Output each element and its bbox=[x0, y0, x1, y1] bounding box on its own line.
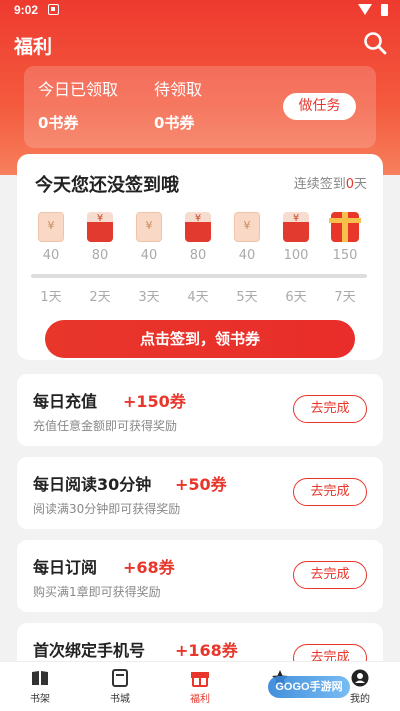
nav-bookstore[interactable]: 书城 bbox=[90, 668, 150, 705]
task-desc: 充值任意金额即可获得奖励 bbox=[33, 419, 178, 433]
day-label-3: 3天 bbox=[138, 290, 160, 305]
task-desc: 购买满1章即可获得奖励 bbox=[33, 585, 161, 599]
day-reward-4: 80 bbox=[178, 212, 218, 263]
do-task-button[interactable]: 做任务 bbox=[283, 93, 356, 120]
task-title: 每日订阅 bbox=[33, 558, 98, 577]
red-envelope-icon bbox=[185, 212, 211, 242]
task-card-reading: 每日阅读30分钟 +50券 阅读满30分钟即可获得奖励 去完成 bbox=[17, 457, 383, 529]
battery-icon bbox=[381, 4, 388, 16]
task-title: 首次绑定手机号 bbox=[33, 641, 146, 660]
streak-prefix: 连续签到 bbox=[293, 177, 346, 192]
summary-card: 今日已领取 0书券 待领取 0书券 做任务 bbox=[24, 66, 376, 148]
task-title: 每日充值 bbox=[33, 392, 98, 411]
pending-label: 待领取 bbox=[154, 80, 203, 99]
status-time: 9:02 bbox=[14, 3, 39, 17]
signin-button[interactable]: 点击签到，领书券 bbox=[45, 320, 355, 358]
day-reward-6: 100 bbox=[276, 212, 316, 263]
day-reward-3: 40 bbox=[129, 212, 169, 263]
day-amount: 80 bbox=[91, 248, 109, 263]
task-title: 每日阅读30分钟 bbox=[33, 475, 152, 494]
wifi-icon bbox=[358, 4, 372, 15]
signin-title: 今天您还没签到哦 bbox=[35, 175, 179, 196]
streak-days: 0 bbox=[345, 177, 354, 192]
nav-label: 我的 bbox=[350, 694, 370, 705]
nav-label: 书城 bbox=[110, 694, 130, 705]
status-bar: 9:02 bbox=[0, 0, 400, 22]
red-envelope-icon bbox=[87, 212, 113, 242]
day-label-6: 6天 bbox=[285, 290, 307, 305]
ticket-icon bbox=[38, 212, 64, 242]
task-card-subscribe: 每日订阅 +68券 购买满1章即可获得奖励 去完成 bbox=[17, 540, 383, 612]
claimed-label: 今日已领取 bbox=[38, 80, 119, 99]
task-reward: +150券 bbox=[123, 392, 186, 411]
day-reward-1: 40 bbox=[31, 212, 71, 263]
page-title: 福利 bbox=[14, 36, 53, 58]
day-amount: 40 bbox=[238, 248, 256, 263]
claimed-today: 今日已领取 0书券 bbox=[38, 76, 118, 133]
go-complete-button[interactable]: 去完成 bbox=[293, 561, 367, 589]
pending-value: 0书券 bbox=[154, 114, 195, 132]
signin-card: 今天您还没签到哦 连续签到0天 40 80 40 80 40 100 150 1… bbox=[17, 154, 383, 360]
claimed-value: 0书券 bbox=[38, 114, 79, 132]
watermark-logo: GOGO手游网 bbox=[268, 676, 350, 698]
gift-icon bbox=[191, 672, 209, 687]
red-envelope-icon bbox=[283, 212, 309, 242]
day-label-1: 1天 bbox=[40, 290, 62, 305]
task-desc: 阅读满30分钟即可获得奖励 bbox=[33, 502, 181, 516]
ticket-icon bbox=[234, 212, 260, 242]
nav-label: 书架 bbox=[30, 694, 50, 705]
day-amount: 150 bbox=[332, 248, 358, 263]
go-complete-button[interactable]: 去完成 bbox=[293, 478, 367, 506]
profile-icon bbox=[351, 669, 369, 687]
signin-progress-bar bbox=[31, 274, 367, 278]
day-label-7: 7天 bbox=[334, 290, 356, 305]
day-amount: 100 bbox=[283, 248, 309, 263]
gift-box-icon bbox=[329, 212, 361, 242]
search-icon[interactable] bbox=[362, 30, 388, 56]
day-amount: 40 bbox=[140, 248, 158, 263]
bookshelf-icon bbox=[32, 671, 48, 685]
task-reward: +168券 bbox=[175, 641, 238, 660]
nav-bookshelf[interactable]: 书架 bbox=[10, 668, 70, 705]
task-card-recharge: 每日充值 +150券 充值任意金额即可获得奖励 去完成 bbox=[17, 374, 383, 446]
streak-counter: 连续签到0天 bbox=[294, 173, 367, 192]
ticket-icon bbox=[136, 212, 162, 242]
go-complete-button[interactable]: 去完成 bbox=[293, 395, 367, 423]
day-reward-5: 40 bbox=[227, 212, 267, 263]
task-reward: +50券 bbox=[175, 475, 227, 494]
day-label-4: 4天 bbox=[187, 290, 209, 305]
task-reward: +68券 bbox=[123, 558, 175, 577]
day-label-2: 2天 bbox=[89, 290, 111, 305]
day-label-5: 5天 bbox=[236, 290, 258, 305]
bookstore-icon bbox=[112, 669, 128, 687]
day-amount: 40 bbox=[42, 248, 60, 263]
day-reward-2: 80 bbox=[80, 212, 120, 263]
streak-suffix: 天 bbox=[353, 177, 367, 192]
day-reward-7: 150 bbox=[325, 212, 365, 263]
pending-claim: 待领取 0书券 bbox=[154, 76, 202, 133]
nav-welfare[interactable]: 福利 bbox=[170, 668, 230, 705]
day-amount: 80 bbox=[189, 248, 207, 263]
nav-label: 福利 bbox=[190, 694, 210, 705]
notification-icon bbox=[48, 4, 59, 15]
